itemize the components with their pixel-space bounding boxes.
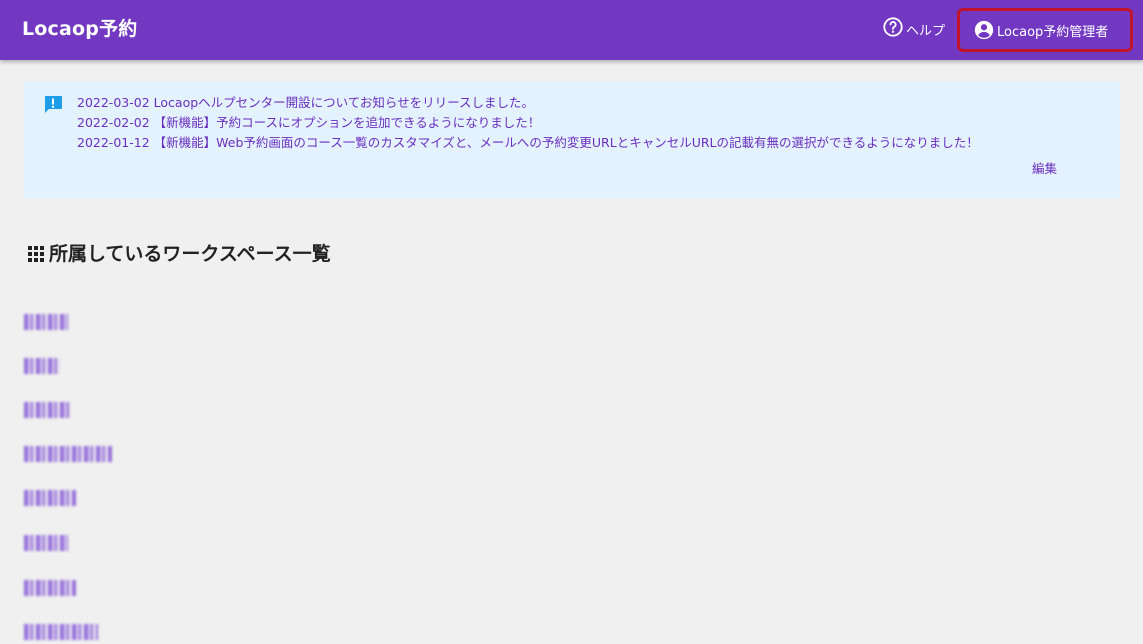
workspace-name-blurred — [24, 624, 98, 640]
workspace-link[interactable] — [24, 624, 98, 640]
workspace-link[interactable] — [24, 580, 76, 596]
workspace-link[interactable] — [24, 490, 76, 506]
user-label: Locaop予約管理者 — [997, 24, 1109, 40]
account-circle-icon — [973, 19, 995, 41]
help-circle-icon — [882, 16, 906, 42]
user-menu-button[interactable]: Locaop予約管理者 — [957, 8, 1133, 52]
workspace-link[interactable] — [24, 314, 68, 330]
workspace-name-blurred — [24, 402, 70, 418]
news-text: 【新機能】Web予約画面のコース一覧のカスタマイズと、メールへの予約変更URLと… — [153, 135, 979, 150]
news-date: 2022-01-12 — [77, 135, 150, 150]
workspace-link[interactable] — [24, 358, 60, 374]
news-item[interactable]: 2022-02-02 【新機能】予約コースにオプションを追加できるようになりました… — [77, 113, 979, 133]
workspace-name-blurred — [24, 446, 112, 462]
message-alert-icon — [43, 95, 63, 119]
app-title[interactable]: Locaop予約 — [22, 16, 138, 42]
section-title-text: 所属しているワークスペース一覧 — [49, 243, 331, 265]
workspace-name-blurred — [24, 580, 76, 596]
news-item[interactable]: 2022-03-02 Locaopヘルプセンター開設についてお知らせをリリースしま… — [77, 93, 979, 113]
workspace-name-blurred — [24, 358, 60, 374]
workspace-name-blurred — [24, 490, 76, 506]
news-notice-panel: 2022-03-02 Locaopヘルプセンター開設についてお知らせをリリースしま… — [24, 81, 1120, 198]
app-bar: Locaop予約 ヘルプ Locaop予約管理者 — [0, 0, 1143, 60]
workspace-name-blurred — [24, 314, 68, 330]
edit-link[interactable]: 編集 — [1032, 158, 1057, 177]
news-text: 【新機能】予約コースにオプションを追加できるようになりました！ — [153, 115, 541, 130]
workspace-link[interactable] — [24, 535, 68, 551]
news-item[interactable]: 2022-01-12 【新機能】Web予約画面のコース一覧のカスタマイズと、メール… — [77, 133, 979, 153]
help-label: ヘルプ — [906, 23, 946, 39]
workspace-list-heading: 所属しているワークスペース一覧 — [27, 241, 331, 267]
apps-grid-icon — [27, 245, 45, 263]
help-button[interactable]: ヘルプ — [882, 17, 945, 41]
workspace-name-blurred — [24, 535, 68, 551]
workspace-link[interactable] — [24, 446, 112, 462]
news-date: 2022-02-02 — [77, 115, 150, 130]
workspace-link[interactable] — [24, 402, 70, 418]
news-date: 2022-03-02 — [77, 95, 150, 110]
news-text: Locaopヘルプセンター開設についてお知らせをリリースしました。 — [153, 95, 535, 110]
